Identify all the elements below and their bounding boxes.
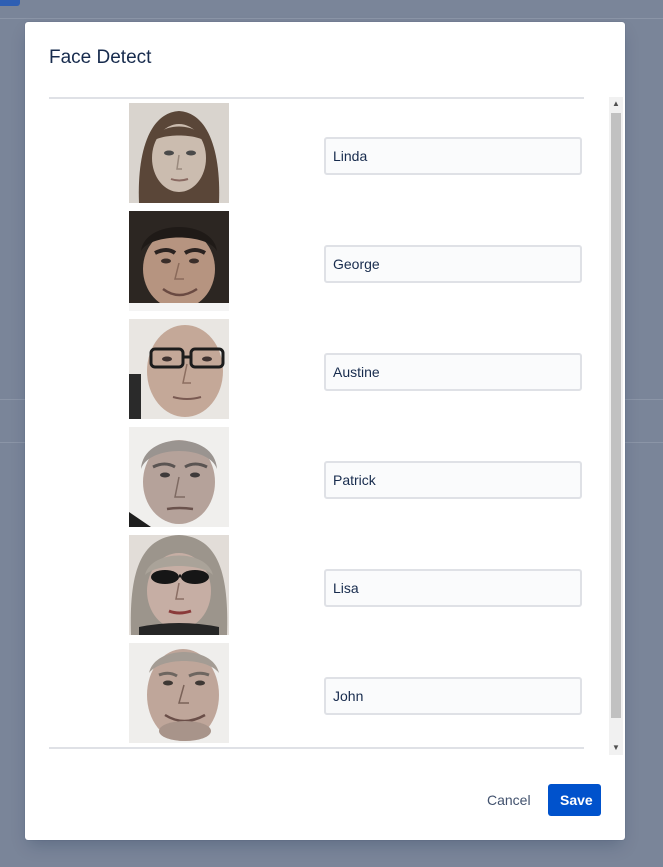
face-row	[49, 99, 584, 207]
face-thumbnail-icon	[129, 103, 229, 203]
face-row	[49, 531, 584, 639]
face-name-input[interactable]	[324, 353, 582, 391]
face-thumbnail-lisa	[129, 535, 229, 635]
face-thumbnail-austine	[129, 319, 229, 419]
face-name-input[interactable]	[324, 569, 582, 607]
cancel-button[interactable]: Cancel	[475, 784, 543, 816]
face-thumbnail-john	[129, 643, 229, 743]
scrollbar-thumb[interactable]	[611, 113, 621, 718]
background-divider	[0, 18, 663, 19]
footer-divider	[49, 747, 584, 749]
faces-list[interactable]	[49, 99, 584, 747]
face-row	[49, 639, 584, 747]
face-name-input[interactable]	[324, 461, 582, 499]
vertical-scrollbar[interactable]: ▲ ▼	[609, 97, 623, 755]
background-app-button	[0, 0, 20, 6]
face-thumbnail-icon	[129, 535, 229, 635]
face-name-input[interactable]	[324, 677, 582, 715]
face-thumbnail-icon	[129, 319, 229, 419]
save-button[interactable]: Save	[548, 784, 601, 816]
face-row	[49, 423, 584, 531]
face-thumbnail-icon	[129, 427, 229, 527]
scroll-down-arrow-icon[interactable]: ▼	[609, 741, 623, 755]
face-thumbnail-linda	[129, 103, 229, 203]
face-thumbnail-icon	[129, 211, 229, 311]
face-row	[49, 207, 584, 315]
face-thumbnail-patrick	[129, 427, 229, 527]
face-name-input[interactable]	[324, 245, 582, 283]
face-thumbnail-icon	[129, 643, 229, 743]
face-thumbnail-george	[129, 211, 229, 311]
dialog-title: Face Detect	[49, 47, 152, 68]
face-detect-dialog: Face Detect Linda George Austine Patrick…	[25, 22, 625, 840]
scroll-up-arrow-icon[interactable]: ▲	[609, 97, 623, 111]
face-row	[49, 315, 584, 423]
face-name-input[interactable]	[324, 137, 582, 175]
